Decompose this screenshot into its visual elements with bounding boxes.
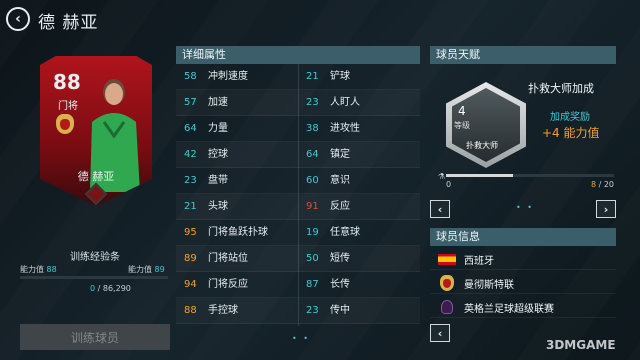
potion-icon: ⚗ — [438, 172, 446, 181]
header: ‹ 德 赫亚 — [0, 0, 640, 38]
talent-progress-max: 8 / 20 — [591, 180, 614, 189]
attribute-label: 头球 — [208, 201, 228, 212]
attribute-label: 意识 — [330, 175, 350, 186]
attribute-value: 23 — [306, 97, 319, 108]
back-button[interactable]: ‹ — [6, 7, 30, 31]
talent-progress-bar — [446, 174, 614, 177]
talent-name: 扑救大师加成 — [528, 82, 594, 95]
attribute-value: 42 — [184, 149, 197, 160]
talent-reward-label: 加成奖励 — [550, 112, 590, 123]
talent-reward-value: +4 能力值 — [542, 126, 600, 140]
card-player-name: 德 赫亚 — [77, 170, 115, 183]
attribute-value: 95 — [184, 227, 197, 238]
attribute-label: 进攻性 — [330, 123, 360, 134]
chevron-right-icon: › — [603, 202, 609, 216]
chevron-left-icon: ‹ — [437, 202, 443, 216]
attributes-header: 详细属性 — [176, 46, 420, 64]
info-club: 曼彻斯特联 — [464, 280, 514, 291]
attributes-pagination: • • — [292, 334, 310, 343]
exp-left-value: 88 — [46, 265, 57, 274]
info-club-row: 曼彻斯特联 — [430, 272, 616, 294]
talent-progress-total: / 20 — [596, 180, 614, 189]
watermark: 3DMGAME — [546, 338, 616, 352]
talent-pagination: • • — [516, 203, 534, 212]
exp-right-label: 能力值 — [128, 265, 152, 274]
attribute-value: 23 — [184, 175, 197, 186]
chevron-left-icon: ‹ — [437, 326, 443, 340]
info-nation: 西班牙 — [464, 256, 494, 267]
club-crest-icon — [440, 275, 454, 291]
info-prev-button[interactable]: ‹ — [430, 324, 450, 342]
attribute-value: 58 — [184, 71, 197, 82]
attribute-label: 冲刺速度 — [208, 71, 248, 82]
attribute-value: 50 — [306, 253, 319, 264]
attribute-value: 57 — [184, 97, 197, 108]
attribute-label: 镇定 — [330, 149, 350, 160]
attribute-value: 21 — [306, 71, 319, 82]
talent-progress: ⚗ 0 8 / 20 — [438, 172, 616, 194]
attribute-label: 人盯人 — [330, 97, 360, 108]
attribute-label: 门将鱼跃扑球 — [208, 227, 268, 238]
attribute-value: 87 — [306, 279, 319, 290]
talent-progress-fill — [446, 174, 514, 177]
talent-level: 4 — [458, 104, 466, 118]
info-nation-row: 西班牙 — [430, 248, 616, 270]
attribute-value: 94 — [184, 279, 197, 290]
player-card: 88 门将 德 赫亚 — [40, 56, 152, 206]
talent-next-button[interactable]: › — [596, 200, 616, 218]
attribute-label: 加速 — [208, 97, 228, 108]
attribute-label: 短传 — [330, 253, 350, 264]
attribute-label: 长传 — [330, 279, 350, 290]
club-crest-icon — [56, 114, 74, 134]
exp-left: 能力值 88 — [20, 264, 57, 275]
attribute-value: 21 — [184, 201, 197, 212]
attribute-value: 60 — [306, 175, 319, 186]
attribute-label: 传中 — [330, 305, 350, 316]
attribute-label: 手控球 — [208, 305, 238, 316]
talent-header: 球员天赋 — [430, 46, 616, 64]
card-position: 门将 — [58, 101, 78, 112]
attribute-value: 64 — [306, 149, 319, 160]
attribute-label: 反应 — [330, 201, 350, 212]
attribute-value: 91 — [306, 201, 319, 212]
info-header: 球员信息 — [430, 228, 616, 246]
attribute-value: 64 — [184, 123, 197, 134]
attribute-label: 门将站位 — [208, 253, 248, 264]
attribute-value: 38 — [306, 123, 319, 134]
attribute-label: 任意球 — [330, 227, 360, 238]
attributes-divider — [298, 64, 299, 326]
attribute-label: 铲球 — [330, 71, 350, 82]
exp-left-label: 能力值 — [20, 265, 44, 274]
card-overall: 88 — [53, 70, 81, 94]
attribute-label: 盘带 — [208, 175, 228, 186]
attribute-label: 门将反应 — [208, 279, 248, 290]
training-exp-count: 0 / 86,290 — [90, 284, 131, 293]
info-league: 英格兰足球超级联赛 — [464, 304, 554, 315]
talent-badge-text: 扑救大师 — [466, 141, 498, 150]
talent-level-label: 等级 — [454, 121, 470, 130]
train-player-button[interactable]: 训练球员 — [20, 324, 170, 350]
attribute-value: 19 — [306, 227, 319, 238]
training-exp-label: 训练经验条 — [70, 252, 120, 263]
training-exp-bar — [20, 276, 168, 279]
talent-progress-min: 0 — [446, 180, 452, 189]
talent-prev-button[interactable]: ‹ — [430, 200, 450, 218]
attribute-value: 89 — [184, 253, 197, 264]
info-league-row: 英格兰足球超级联赛 — [430, 296, 616, 318]
exp-total: / 86,290 — [95, 284, 131, 293]
attribute-label: 力量 — [208, 123, 228, 134]
exp-right-value: 89 — [154, 265, 165, 274]
spain-flag-icon — [438, 254, 456, 265]
attribute-value: 88 — [184, 305, 197, 316]
league-icon — [441, 300, 453, 314]
attribute-label: 控球 — [208, 149, 228, 160]
page-title: 德 赫亚 — [38, 13, 99, 33]
chevron-left-icon: ‹ — [15, 11, 21, 27]
attribute-value: 23 — [306, 305, 319, 316]
exp-right: 能力值 89 — [128, 264, 165, 275]
